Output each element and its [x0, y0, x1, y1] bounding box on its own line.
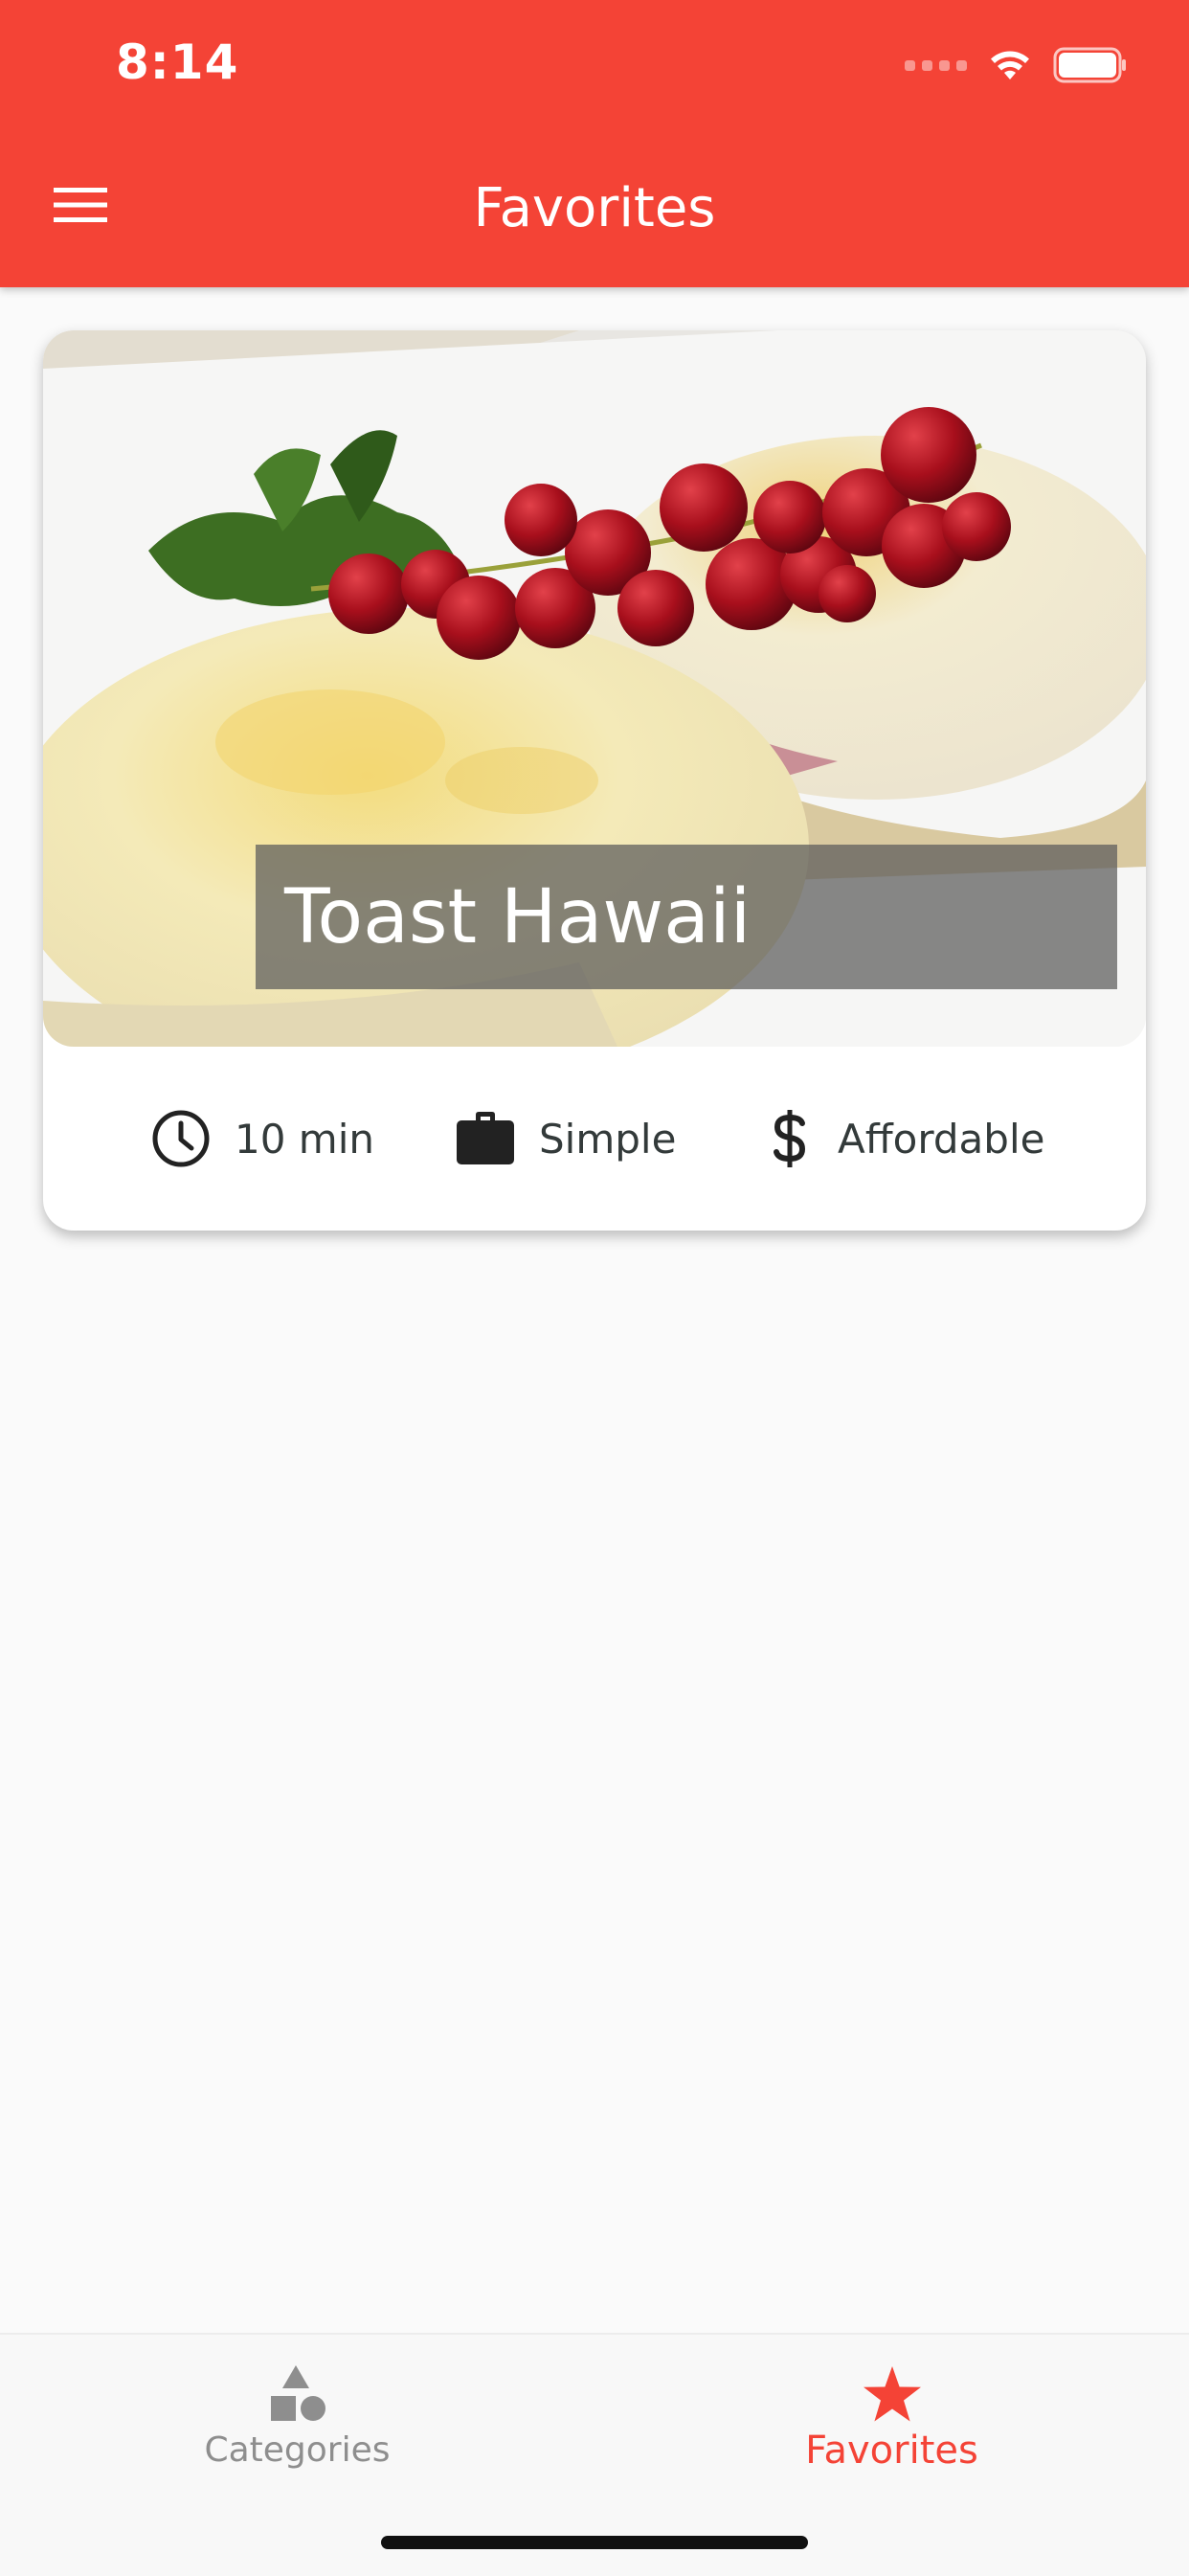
meal-title: Toast Hawaii — [284, 873, 752, 960]
tab-categories-icon-wrap — [267, 2363, 328, 2425]
meal-duration: 10 min — [150, 1047, 374, 1231]
meal-meta-row: 10 min Simple Affordable — [43, 1047, 1146, 1231]
cellular-signal-icon — [905, 59, 967, 71]
tab-favorites-icon-wrap — [862, 2363, 923, 2425]
wifi-icon — [991, 51, 1029, 79]
tab-categories[interactable]: Categories — [0, 2335, 594, 2507]
meal-image: Toast Hawaii — [43, 330, 1146, 1047]
battery-icon — [1053, 47, 1126, 83]
status-icons — [905, 44, 1128, 86]
meal-card[interactable]: Toast Hawaii 10 min Simple Affordable — [43, 330, 1146, 1231]
categories-shapes-icon — [270, 2365, 325, 2421]
meal-complexity-label: Simple — [539, 1115, 677, 1163]
meal-affordability: Affordable — [771, 1047, 1044, 1231]
app-header: 8:14 Favorites — [0, 0, 1189, 287]
clock-icon — [152, 1110, 210, 1167]
tab-favorites-label: Favorites — [805, 2429, 978, 2473]
star-icon — [863, 2366, 921, 2422]
page-title: Favorites — [473, 177, 716, 239]
dollar-sign-icon — [774, 1110, 806, 1167]
meal-title-overlay: Toast Hawaii — [256, 845, 1117, 989]
status-time: 8:14 — [116, 34, 239, 90]
meal-affordability-label: Affordable — [838, 1115, 1045, 1163]
tab-favorites[interactable]: Favorites — [594, 2335, 1189, 2507]
tab-categories-label: Categories — [204, 2430, 391, 2470]
home-indicator — [381, 2536, 808, 2549]
meal-duration-label: 10 min — [235, 1115, 374, 1163]
briefcase-icon — [457, 1112, 514, 1164]
meal-complexity: Simple — [455, 1047, 676, 1231]
